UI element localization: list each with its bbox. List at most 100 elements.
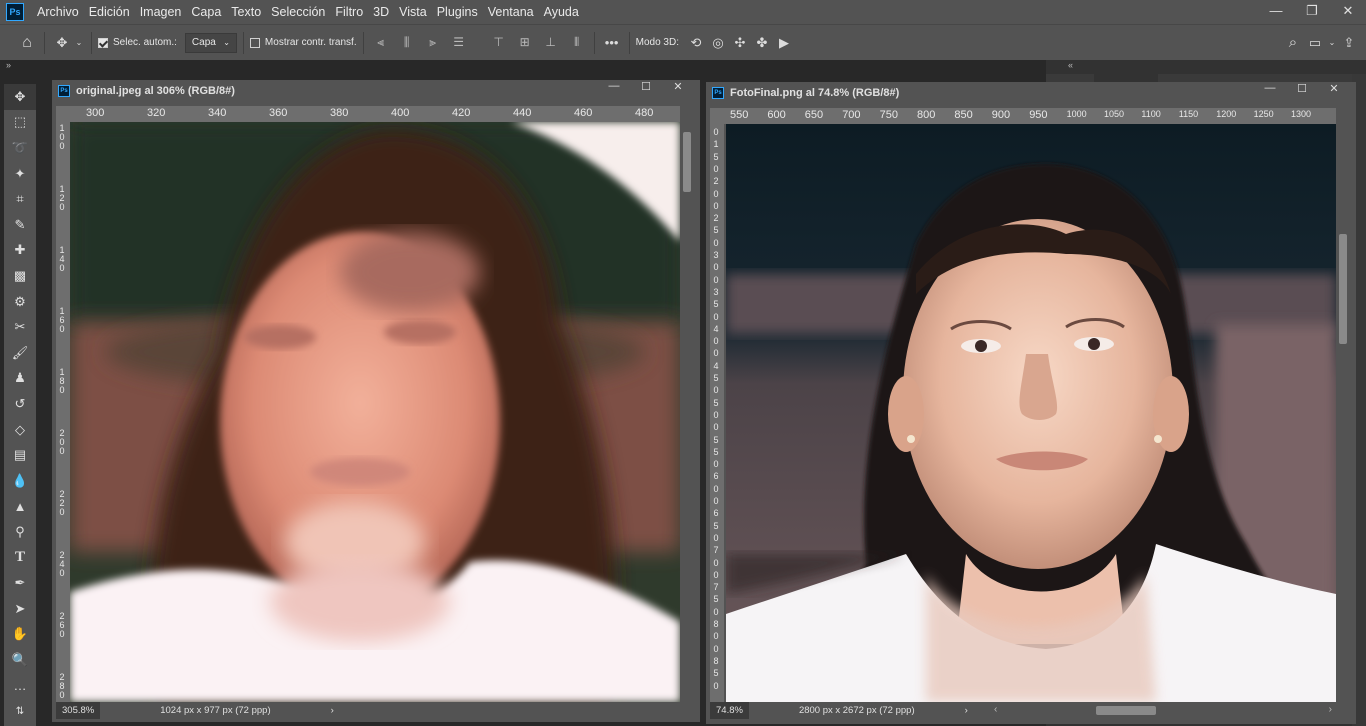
roll-3d-icon[interactable]: ◎ (707, 32, 729, 54)
lasso-tool-icon[interactable]: ➰ (4, 135, 36, 161)
align-right-icon[interactable]: ⫸ (422, 35, 444, 50)
minimize-icon[interactable]: — (1254, 82, 1286, 95)
chevron-right-icon[interactable]: › (965, 705, 968, 716)
document-tab-original[interactable]: Ps original.jpeg al 306% (RGB/8#) — ☐ ✕ (52, 80, 700, 102)
home-icon[interactable]: ⌂ (16, 32, 38, 54)
menu-ventana[interactable]: Ventana (483, 5, 539, 19)
path-selection-icon[interactable]: ➤ (4, 596, 36, 622)
eyedropper-icon[interactable]: ✎ (4, 212, 36, 238)
vertical-ruler[interactable]: 100 120 140 160 180 200 220 240 260 280 (56, 122, 70, 702)
vertical-scrollbar[interactable] (680, 122, 694, 702)
more-options-button[interactable]: ••• (601, 32, 623, 54)
layer-dropdown[interactable]: Capa ⌄ (184, 32, 237, 53)
menu-edicion[interactable]: Edición (84, 5, 135, 19)
camera-3d-icon[interactable]: ▶ (773, 32, 795, 54)
scroll-left-icon[interactable]: ‹ (994, 704, 997, 715)
healing-brush-icon[interactable]: ✚ (4, 238, 36, 264)
sharpen-tool-icon[interactable]: ▲ (4, 494, 36, 520)
move-tool-icon[interactable]: ✥ (51, 32, 73, 54)
menu-texto[interactable]: Texto (226, 5, 266, 19)
menu-vista[interactable]: Vista (394, 5, 432, 19)
menu-capa[interactable]: Capa (186, 5, 226, 19)
vertical-ruler[interactable]: 0150200250300350400450500550600650700750… (710, 124, 724, 702)
maximize-icon[interactable]: ☐ (630, 80, 662, 93)
workspace-icon[interactable]: ▭ (1304, 32, 1326, 54)
close-icon[interactable]: ✕ (1318, 82, 1350, 95)
horizontal-scrollbar[interactable]: ‹ › (986, 702, 1336, 719)
menu-filtro[interactable]: Filtro (330, 5, 368, 19)
document-tab-final[interactable]: Ps FotoFinal.png al 74.8% (RGB/8#) — ☐ ✕ (706, 82, 1356, 104)
align-middle-v-icon[interactable]: ⊞ (514, 35, 536, 50)
scroll-thumb[interactable] (1096, 706, 1156, 715)
blur-tool-icon[interactable]: 💧 (4, 468, 36, 494)
more-tools-icon[interactable]: … (4, 673, 36, 699)
align-top-icon[interactable]: ⊤ (488, 35, 510, 50)
zoom-level[interactable]: 305.8% (56, 702, 101, 719)
scroll-thumb[interactable] (1339, 234, 1347, 344)
menu-3d[interactable]: 3D (368, 5, 394, 19)
crop-tool-icon[interactable]: ⌗ (4, 186, 36, 212)
pen-tool-icon[interactable]: ✒ (4, 570, 36, 596)
maximize-icon[interactable]: ☐ (1286, 82, 1318, 95)
minimize-icon[interactable]: — (598, 80, 630, 93)
move-tool-icon[interactable]: ✥ (4, 84, 36, 110)
swap-colors-icon[interactable]: ⇅ (4, 698, 36, 724)
photoshop-logo[interactable]: Ps (6, 3, 24, 21)
menu-ayuda[interactable]: Ayuda (539, 5, 584, 19)
marquee-tool-icon[interactable]: ⬚ (4, 110, 36, 136)
toolbar-collapse-icon[interactable]: » (6, 60, 11, 70)
image-canvas-original[interactable] (70, 122, 680, 702)
ruler-corner[interactable] (56, 106, 70, 122)
close-icon[interactable]: ✕ (662, 80, 694, 93)
distribute-h-icon[interactable]: ☰ (448, 35, 470, 50)
menu-seleccion[interactable]: Selección (266, 5, 330, 19)
patch-tool-icon[interactable]: ▩ (4, 263, 36, 289)
ruler-corner[interactable] (710, 108, 724, 124)
document-info[interactable]: 1024 px x 977 px (72 ppp) (160, 705, 270, 716)
orbit-3d-icon[interactable]: ⟲ (685, 32, 707, 54)
align-center-h-icon[interactable]: ⫼ (396, 35, 418, 50)
eraser-tool-icon[interactable]: ◇ (4, 417, 36, 443)
chevron-down-icon[interactable]: ⌄ (1326, 32, 1338, 54)
restore-icon[interactable]: ❐ (1294, 0, 1330, 24)
align-left-icon[interactable]: ⫷ (370, 35, 392, 50)
slide-3d-icon[interactable]: ✤ (751, 32, 773, 54)
document-info[interactable]: 2800 px x 2672 px (72 ppp) (799, 705, 915, 716)
minimize-icon[interactable]: — (1258, 0, 1294, 24)
chevron-right-icon[interactable]: › (331, 705, 334, 716)
brush-tool-icon[interactable]: 🖌 (4, 340, 36, 366)
zoom-level[interactable]: 74.8% (710, 702, 749, 719)
dodge-tool-icon[interactable]: ⚲ (4, 519, 36, 545)
show-transform-toggle[interactable]: Mostrar contr. transf. (249, 37, 357, 48)
zoom-tool-icon[interactable]: 🔍 (4, 647, 36, 673)
show-transform-checkbox[interactable] (249, 37, 260, 48)
menu-imagen[interactable]: Imagen (135, 5, 187, 19)
auto-select-toggle[interactable]: Selec. autom.: (98, 37, 177, 48)
image-canvas-final[interactable] (726, 124, 1336, 702)
puppet-warp-icon[interactable]: ✂ (4, 314, 36, 340)
search-icon[interactable]: ⌕ (1282, 32, 1304, 54)
clone-stamp-icon[interactable]: ♟ (4, 366, 36, 392)
drag-3d-icon[interactable]: ✣ (729, 32, 751, 54)
magic-wand-icon[interactable]: ✦ (4, 161, 36, 187)
distribute-v-icon[interactable]: ⫴ (566, 35, 588, 50)
content-aware-icon[interactable]: ⚙ (4, 289, 36, 315)
history-brush-icon[interactable]: ↺ (4, 391, 36, 417)
align-bottom-icon[interactable]: ⊥ (540, 35, 562, 50)
menu-plugins[interactable]: Plugins (432, 5, 483, 19)
scroll-thumb[interactable] (683, 132, 691, 192)
type-tool-icon[interactable]: T (4, 545, 36, 571)
close-icon[interactable]: ✕ (1330, 0, 1366, 24)
share-icon[interactable]: ⇪ (1338, 32, 1360, 54)
ps-file-icon: Ps (712, 87, 724, 99)
horizontal-ruler[interactable]: 300 320 340 360 380 400 420 440 460 480 (70, 106, 680, 122)
menu-archivo[interactable]: Archivo (32, 5, 84, 19)
panel-collapse-icon[interactable]: « (1068, 60, 1073, 70)
scroll-right-icon[interactable]: › (1329, 704, 1332, 715)
gradient-tool-icon[interactable]: ▤ (4, 442, 36, 468)
horizontal-ruler[interactable]: 550 600 650 700 750 800 850 900 950 1000 1050 1100 1… (724, 108, 1336, 124)
auto-select-checkbox[interactable] (98, 37, 108, 48)
hand-tool-icon[interactable]: ✋ (4, 621, 36, 647)
chevron-down-icon[interactable]: ⌄ (73, 32, 85, 54)
vertical-scrollbar[interactable] (1336, 124, 1350, 702)
